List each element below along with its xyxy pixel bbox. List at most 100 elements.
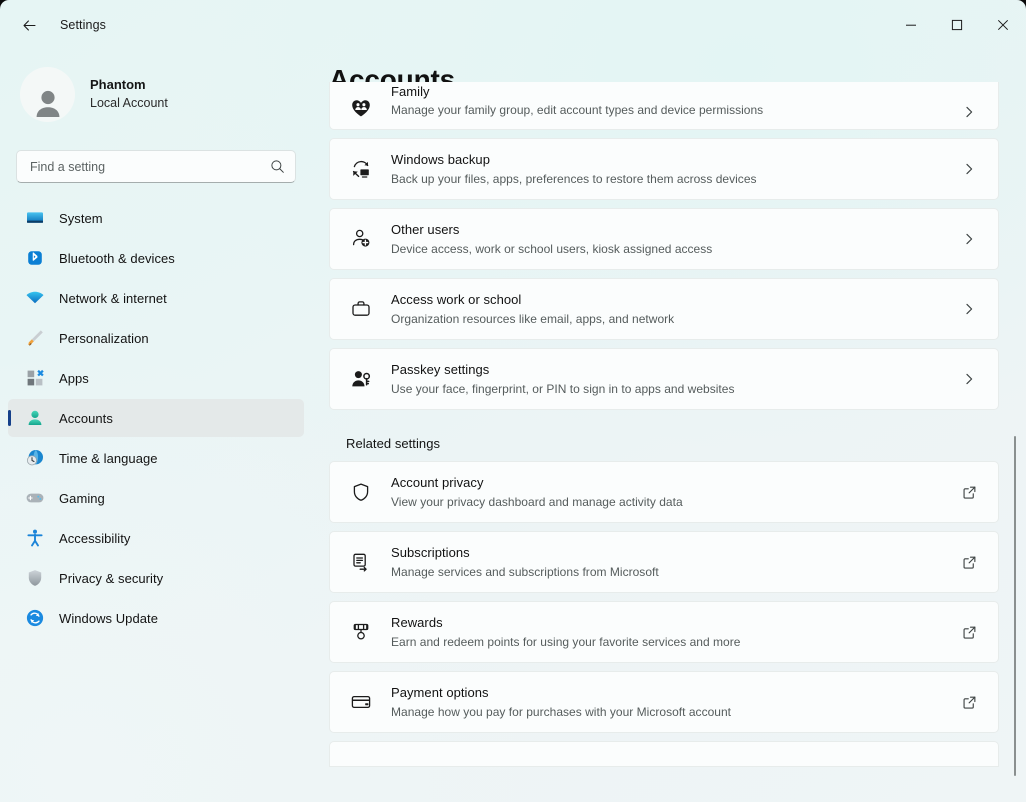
sidebar-item-time-language[interactable]: Time & language [8,439,304,477]
account-type: Local Account [90,94,168,112]
card-subtitle: Organization resources like email, apps,… [391,310,958,328]
scrollbar-thumb[interactable] [1014,436,1016,776]
account-summary[interactable]: Phantom Local Account [0,50,312,128]
sidebar-item-system[interactable]: System [8,199,304,237]
sidebar-item-accounts[interactable]: Accounts [8,399,304,437]
avatar [20,67,75,122]
card-subtitle: Earn and redeem points for using your fa… [391,633,958,651]
close-button[interactable] [980,0,1026,50]
card-subtitle: Manage how you pay for purchases with yo… [391,703,958,721]
title-bar: Settings [0,0,1026,50]
sidebar-item-windows-update[interactable]: Windows Update [8,599,304,637]
card-subtitle: Use your face, fingerprint, or PIN to si… [391,380,958,398]
sidebar-item-network-internet[interactable]: Network & internet [8,279,304,317]
medal-icon [347,621,375,643]
maximize-icon [951,19,963,31]
shield-outline-icon [347,481,375,503]
window-controls [888,0,1026,50]
minimize-button[interactable] [888,0,934,50]
sidebar-item-bluetooth-devices[interactable]: Bluetooth & devices [8,239,304,277]
external-link-icon [958,625,980,640]
vertical-scrollbar[interactable] [1010,96,1020,796]
monitor-icon [24,208,45,229]
settings-card-family[interactable]: Family Manage your family group, edit ac… [329,82,999,130]
card-title: Family [391,82,958,102]
credit-card-icon [347,691,375,713]
clock-globe-icon [24,448,45,469]
shield-icon [24,568,45,589]
sidebar-item-label: Bluetooth & devices [59,251,175,266]
card-title: Windows backup [391,150,958,170]
card-text: Access work or school Organization resou… [391,290,958,328]
sidebar-item-label: Windows Update [59,611,158,626]
wifi-icon [24,288,45,309]
chevron-right-icon [958,302,980,316]
settings-window: Settings [0,0,1026,802]
back-arrow-icon [21,17,38,34]
settings-card-partial[interactable] [329,741,999,767]
external-link-icon [958,485,980,500]
accessibility-icon [24,528,45,549]
window-title: Settings [60,18,106,32]
chevron-right-icon [958,372,980,386]
sidebar-item-label: Time & language [59,451,158,466]
card-subtitle: Device access, work or school users, kio… [391,240,958,258]
sidebar: Phantom Local Account [0,50,312,802]
gamepad-icon [24,488,45,509]
sidebar-item-label: Personalization [59,331,149,346]
back-button[interactable] [12,10,46,40]
related-settings-heading: Related settings [329,418,999,461]
chevron-right-icon [958,232,980,246]
paintbrush-icon [24,328,45,349]
card-title: Payment options [391,683,958,703]
briefcase-icon [347,298,375,320]
settings-card-access-work-or-school[interactable]: Access work or school Organization resou… [329,278,999,340]
person-add-icon [347,228,375,250]
sidebar-item-privacy-security[interactable]: Privacy & security [8,559,304,597]
sidebar-item-label: Gaming [59,491,105,506]
card-text: Windows backup Back up your files, apps,… [391,150,958,188]
card-subtitle: Manage your family group, edit account t… [391,101,958,119]
settings-card-list: Family Manage your family group, edit ac… [312,82,1026,767]
account-name: Phantom [90,76,168,95]
sidebar-item-apps[interactable]: Apps [8,359,304,397]
related-card-account-privacy[interactable]: Account privacy View your privacy dashbo… [329,461,999,523]
subscription-doc-icon [347,551,375,573]
maximize-button[interactable] [934,0,980,50]
card-subtitle: View your privacy dashboard and manage a… [391,493,958,511]
sidebar-item-accessibility[interactable]: Accessibility [8,519,304,557]
sidebar-nav: System Bluetooth & devices [0,199,312,637]
settings-card-windows-backup[interactable]: Windows backup Back up your files, apps,… [329,138,999,200]
sidebar-item-personalization[interactable]: Personalization [8,319,304,357]
apps-grid-icon [24,368,45,389]
sidebar-item-label: Apps [59,371,89,386]
related-card-subscriptions[interactable]: Subscriptions Manage services and subscr… [329,531,999,593]
update-sync-icon [24,608,45,629]
close-icon [997,19,1009,31]
sidebar-item-label: Accounts [59,411,113,426]
person-key-icon [347,368,375,390]
related-card-payment-options[interactable]: Payment options Manage how you pay for p… [329,671,999,733]
sidebar-item-gaming[interactable]: Gaming [8,479,304,517]
related-card-rewards[interactable]: Rewards Earn and redeem points for using… [329,601,999,663]
settings-card-other-users[interactable]: Other users Device access, work or schoo… [329,208,999,270]
card-text: Family Manage your family group, edit ac… [391,82,958,120]
card-title: Passkey settings [391,360,958,380]
person-avatar-icon [29,84,67,122]
backup-restore-icon [347,158,375,180]
sidebar-item-label: System [59,211,103,226]
card-subtitle: Back up your files, apps, preferences to… [391,170,958,188]
search-box[interactable] [16,150,296,183]
bluetooth-icon [24,248,45,269]
external-link-icon [958,695,980,710]
family-heart-icon [347,97,375,119]
card-title: Other users [391,220,958,240]
settings-card-passkey-settings[interactable]: Passkey settings Use your face, fingerpr… [329,348,999,410]
card-text: Account privacy View your privacy dashbo… [391,473,958,511]
search-input[interactable] [30,160,270,174]
main-content: Accounts Family Manage your family group… [312,50,1026,802]
chevron-right-icon [958,105,980,119]
chevron-right-icon [958,162,980,176]
card-text: Passkey settings Use your face, fingerpr… [391,360,958,398]
card-text: Rewards Earn and redeem points for using… [391,613,958,651]
